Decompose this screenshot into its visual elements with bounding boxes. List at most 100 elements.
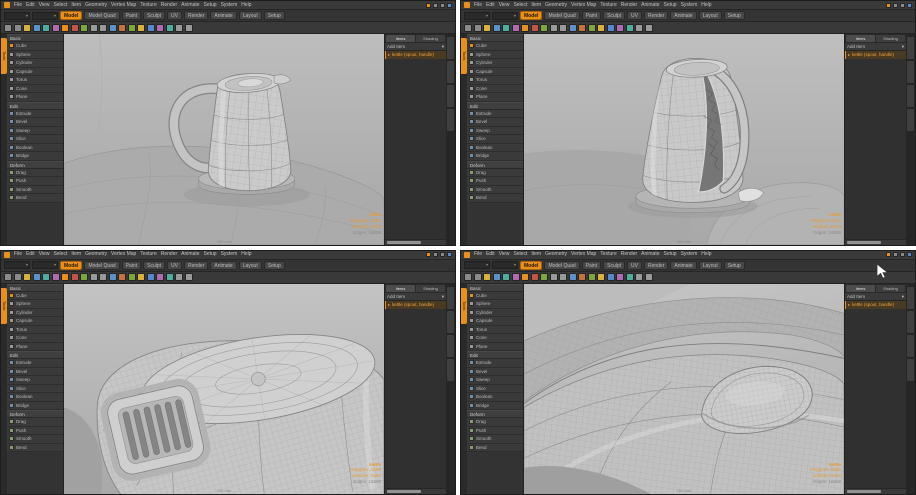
- preview-icon[interactable]: [607, 24, 615, 32]
- tool-cube[interactable]: Cube: [467, 42, 523, 51]
- tool-plane[interactable]: Plane: [7, 343, 63, 352]
- tool-sphere[interactable]: Sphere: [7, 300, 63, 309]
- tool-push[interactable]: Push: [467, 177, 523, 186]
- menu-animate[interactable]: Animate: [641, 1, 659, 10]
- layout-next-icon[interactable]: [900, 252, 905, 257]
- render-icon[interactable]: [597, 273, 605, 281]
- tool-drag[interactable]: Drag: [467, 169, 523, 178]
- layout-tab-model-quad[interactable]: Model Quad: [544, 11, 579, 20]
- layout-tab-sculpt[interactable]: Sculpt: [603, 11, 625, 20]
- tool-bridge[interactable]: Bridge: [7, 402, 63, 411]
- layout-tab-render[interactable]: Render: [184, 261, 208, 270]
- tools-rail-tab[interactable]: Tools: [461, 38, 467, 74]
- falloff-icon[interactable]: [71, 24, 79, 32]
- tool-cylinder[interactable]: Cylinder: [7, 309, 63, 318]
- tool-torus[interactable]: Torus: [467, 326, 523, 335]
- snapping-icon[interactable]: [80, 273, 88, 281]
- preview-icon[interactable]: [147, 273, 155, 281]
- layout-tab-model-quad[interactable]: Model Quad: [544, 261, 579, 270]
- scale-tool-icon[interactable]: [588, 273, 596, 281]
- menu-setup[interactable]: Setup: [203, 250, 216, 259]
- item-list-tab-shading[interactable]: Shading: [876, 285, 905, 292]
- menu-select[interactable]: Select: [53, 1, 67, 10]
- menu-animate[interactable]: Animate: [181, 250, 199, 259]
- menu-animate[interactable]: Animate: [181, 1, 199, 10]
- tool-bend[interactable]: Bend: [467, 444, 523, 453]
- edges-mode-icon[interactable]: [33, 24, 41, 32]
- layout-tab-paint[interactable]: Paint: [122, 261, 141, 270]
- scrollbar-thumb[interactable]: [847, 241, 881, 244]
- tool-sweep[interactable]: Sweep: [467, 127, 523, 136]
- snapping-icon[interactable]: [540, 273, 548, 281]
- menu-setup[interactable]: Setup: [663, 1, 676, 10]
- items-mode-icon[interactable]: [512, 24, 520, 32]
- menu-help[interactable]: Help: [701, 250, 711, 259]
- menu-render[interactable]: Render: [621, 250, 637, 259]
- tool-torus[interactable]: Torus: [467, 76, 523, 85]
- uv-icon[interactable]: [626, 24, 634, 32]
- tool-sweep[interactable]: Sweep: [7, 127, 63, 136]
- symmetry-icon[interactable]: [99, 24, 107, 32]
- layout-tab-paint[interactable]: Paint: [582, 261, 601, 270]
- menu-edit[interactable]: Edit: [486, 1, 495, 10]
- menu-geometry[interactable]: Geometry: [545, 250, 567, 259]
- layout-prev-icon[interactable]: [893, 252, 898, 257]
- move-tool-icon[interactable]: [109, 24, 117, 32]
- item-list-tab-shading[interactable]: Shading: [416, 285, 445, 292]
- menu-system[interactable]: System: [221, 1, 238, 10]
- layout-prev-icon[interactable]: [893, 3, 898, 8]
- move-tool-icon[interactable]: [569, 273, 577, 281]
- undo-icon[interactable]: [4, 24, 12, 32]
- side-tab-channels[interactable]: [907, 359, 914, 381]
- layout-tab-setup[interactable]: Setup: [264, 261, 285, 270]
- item-list-tab-shading[interactable]: Shading: [876, 35, 905, 42]
- menu-select[interactable]: Select: [513, 1, 527, 10]
- rotate-tool-icon[interactable]: [578, 273, 586, 281]
- viewport-3d[interactable]: kettle Polygons: 8192 Vertices: 8420 Edg…: [64, 284, 384, 495]
- item-list-scrollbar[interactable]: [385, 239, 446, 245]
- tool-extrude[interactable]: Extrude: [7, 110, 63, 119]
- help-icon[interactable]: [447, 3, 452, 8]
- menu-item[interactable]: Item: [531, 1, 541, 10]
- layout-tab-uv[interactable]: UV: [167, 11, 182, 20]
- vertices-mode-icon[interactable]: [23, 24, 31, 32]
- quick-access-field-1[interactable]: ▾: [464, 261, 490, 269]
- layout-tab-setup[interactable]: Setup: [264, 11, 285, 20]
- tool-drag[interactable]: Drag: [7, 418, 63, 427]
- side-tab-info[interactable]: [447, 311, 454, 333]
- rotate-tool-icon[interactable]: [118, 273, 126, 281]
- rotate-tool-icon[interactable]: [118, 24, 126, 32]
- layout-next-icon[interactable]: [440, 3, 445, 8]
- item-list-tab-items[interactable]: Items: [386, 285, 415, 292]
- menu-file[interactable]: File: [14, 250, 22, 259]
- tool-bevel[interactable]: Bevel: [7, 118, 63, 127]
- expand-arrow-icon[interactable]: ▸: [848, 51, 850, 59]
- paint-icon[interactable]: [156, 273, 164, 281]
- tool-extrude[interactable]: Extrude: [467, 110, 523, 119]
- tool-cone[interactable]: Cone: [7, 85, 63, 94]
- scale-tool-icon[interactable]: [128, 24, 136, 32]
- menu-texture[interactable]: Texture: [140, 250, 156, 259]
- render-icon[interactable]: [597, 24, 605, 32]
- vertices-mode-icon[interactable]: [483, 24, 491, 32]
- tool-smooth[interactable]: Smooth: [467, 186, 523, 195]
- layout-tab-layout[interactable]: Layout: [239, 261, 262, 270]
- viewport-3d[interactable]: kettle Polygons: 8192 Vertices: 8420 Edg…: [524, 284, 844, 495]
- move-tool-icon[interactable]: [109, 273, 117, 281]
- setup-icon[interactable]: [645, 24, 653, 32]
- menu-help[interactable]: Help: [241, 1, 251, 10]
- tool-push[interactable]: Push: [467, 427, 523, 436]
- side-tab-display[interactable]: [907, 335, 914, 357]
- tool-cone[interactable]: Cone: [7, 334, 63, 343]
- tool-drag[interactable]: Drag: [7, 169, 63, 178]
- scale-tool-icon[interactable]: [128, 273, 136, 281]
- tool-extrude[interactable]: Extrude: [467, 359, 523, 368]
- scrollbar-thumb[interactable]: [847, 490, 881, 493]
- side-tab-display[interactable]: [907, 85, 914, 107]
- undo-icon[interactable]: [464, 273, 472, 281]
- layout-tab-paint[interactable]: Paint: [122, 11, 141, 20]
- tool-bend[interactable]: Bend: [7, 444, 63, 453]
- layout-tab-animate[interactable]: Animate: [670, 261, 696, 270]
- layout-tab-layout[interactable]: Layout: [699, 261, 722, 270]
- items-mode-icon[interactable]: [52, 273, 60, 281]
